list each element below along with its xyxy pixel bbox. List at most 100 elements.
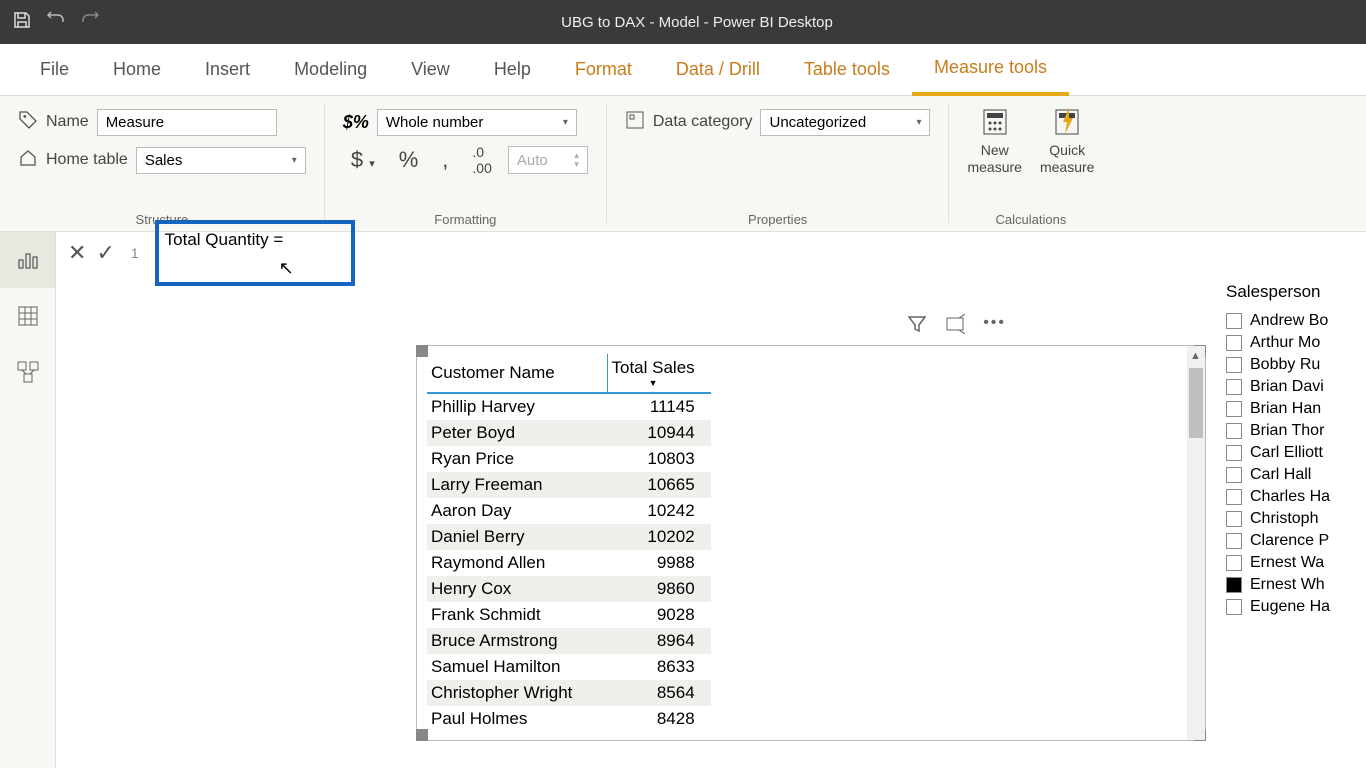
slicer-panel: Salesperson Andrew BoArthur MoBobby RuBr… bbox=[1226, 274, 1366, 744]
percent-button[interactable]: % bbox=[391, 145, 427, 175]
checkbox-icon[interactable] bbox=[1226, 511, 1242, 527]
table-row[interactable]: Raymond Allen9988 bbox=[427, 550, 711, 576]
scroll-thumb[interactable] bbox=[1189, 368, 1203, 438]
name-input[interactable]: Measure bbox=[97, 109, 277, 136]
menu-format[interactable]: Format bbox=[553, 44, 654, 96]
checkbox-icon[interactable] bbox=[1226, 313, 1242, 329]
titlebar: UBG to DAX - Model - Power BI Desktop bbox=[0, 0, 1366, 44]
table-row[interactable]: Samuel Hamilton8633 bbox=[427, 654, 711, 680]
more-icon[interactable]: ••• bbox=[983, 314, 1006, 339]
ribbon-properties-group: Data category Uncategorized▾ Properties bbox=[607, 96, 949, 231]
redo-icon[interactable] bbox=[80, 10, 100, 35]
checkbox-icon[interactable] bbox=[1226, 379, 1242, 395]
slicer-item[interactable]: Charles Ha bbox=[1226, 486, 1366, 508]
data-table: Customer Name Total Sales▼ Phillip Harve… bbox=[427, 354, 711, 732]
data-view-button[interactable] bbox=[0, 288, 55, 344]
format-icon: $% bbox=[343, 112, 369, 133]
checkbox-icon[interactable] bbox=[1226, 445, 1242, 461]
formatting-group-label: Formatting bbox=[343, 206, 588, 227]
menu-data-drill[interactable]: Data / Drill bbox=[654, 44, 782, 96]
checkbox-icon[interactable] bbox=[1226, 599, 1242, 615]
cancel-formula-button[interactable]: ✕ bbox=[68, 240, 86, 266]
undo-icon[interactable] bbox=[46, 10, 66, 35]
slicer-item[interactable]: Carl Elliott bbox=[1226, 442, 1366, 464]
home-table-dropdown[interactable]: Sales▾ bbox=[136, 147, 306, 174]
window-title: UBG to DAX - Model - Power BI Desktop bbox=[100, 14, 1354, 31]
table-row[interactable]: Ryan Price10803 bbox=[427, 446, 711, 472]
table-row[interactable]: Christopher Wright8564 bbox=[427, 680, 711, 706]
menu-insert[interactable]: Insert bbox=[183, 44, 272, 96]
data-category-label: Data category bbox=[653, 113, 753, 131]
col-header-sales[interactable]: Total Sales▼ bbox=[607, 354, 711, 393]
table-visual[interactable]: Customer Name Total Sales▼ Phillip Harve… bbox=[416, 345, 1206, 741]
decimals-input[interactable]: Auto▴▾ bbox=[508, 146, 588, 174]
table-row[interactable]: Henry Cox9860 bbox=[427, 576, 711, 602]
table-scrollbar[interactable]: ▲ bbox=[1187, 346, 1205, 740]
slicer-item[interactable]: Bobby Ru bbox=[1226, 354, 1366, 376]
format-dropdown[interactable]: Whole number▾ bbox=[377, 109, 577, 136]
report-view-button[interactable] bbox=[0, 232, 55, 288]
left-rail bbox=[0, 232, 56, 768]
menu-table-tools[interactable]: Table tools bbox=[782, 44, 912, 96]
menu-modeling[interactable]: Modeling bbox=[272, 44, 389, 96]
menubar: File Home Insert Modeling View Help Form… bbox=[0, 44, 1366, 96]
quick-measure-button[interactable]: Quick measure bbox=[1040, 106, 1094, 176]
table-row[interactable]: Bruce Armstrong8964 bbox=[427, 628, 711, 654]
menu-home[interactable]: Home bbox=[91, 44, 183, 96]
table-row[interactable]: Paul Holmes8428 bbox=[427, 706, 711, 732]
slicer-item[interactable]: Brian Han bbox=[1226, 398, 1366, 420]
table-row[interactable]: Aaron Day10242 bbox=[427, 498, 711, 524]
focus-icon[interactable] bbox=[945, 314, 965, 339]
table-row[interactable]: Daniel Berry10202 bbox=[427, 524, 711, 550]
checkbox-icon[interactable] bbox=[1226, 401, 1242, 417]
col-header-customer[interactable]: Customer Name bbox=[427, 354, 607, 393]
commit-formula-button[interactable]: ✓ bbox=[96, 240, 114, 266]
slicer-item[interactable]: Christoph bbox=[1226, 508, 1366, 530]
checkbox-icon[interactable] bbox=[1226, 423, 1242, 439]
checkbox-icon[interactable] bbox=[1226, 467, 1242, 483]
checkbox-icon[interactable] bbox=[1226, 533, 1242, 549]
slicer-item[interactable]: Brian Davi bbox=[1226, 376, 1366, 398]
report-canvas[interactable]: ••• Customer Name Total Sales▼ Phillip H… bbox=[56, 274, 1226, 744]
model-view-button[interactable] bbox=[0, 344, 55, 400]
category-icon bbox=[625, 110, 645, 135]
properties-group-label: Properties bbox=[625, 206, 931, 227]
calculator-icon bbox=[979, 106, 1011, 138]
currency-button[interactable]: $ ▾ bbox=[343, 145, 383, 175]
formula-bar: ✕ ✓ 1 Total Quantity = ↖ bbox=[56, 232, 1366, 274]
menu-help[interactable]: Help bbox=[472, 44, 553, 96]
slicer-item[interactable]: Brian Thor bbox=[1226, 420, 1366, 442]
slicer-item[interactable]: Eugene Ha bbox=[1226, 596, 1366, 618]
table-row[interactable]: Frank Schmidt9028 bbox=[427, 602, 711, 628]
slicer-item[interactable]: Andrew Bo bbox=[1226, 310, 1366, 332]
checkbox-icon[interactable] bbox=[1226, 577, 1242, 593]
checkbox-icon[interactable] bbox=[1226, 489, 1242, 505]
slicer-item[interactable]: Carl Hall bbox=[1226, 464, 1366, 486]
name-label: Name bbox=[46, 113, 89, 131]
checkbox-icon[interactable] bbox=[1226, 335, 1242, 351]
visual-toolbar: ••• bbox=[416, 314, 1226, 339]
slicer-item[interactable]: Ernest Wa bbox=[1226, 552, 1366, 574]
slicer-item[interactable]: Clarence P bbox=[1226, 530, 1366, 552]
ribbon: Name Measure Home table Sales▾ Structure… bbox=[0, 96, 1366, 232]
filter-icon[interactable] bbox=[907, 314, 927, 339]
calculations-group-label: Calculations bbox=[967, 206, 1094, 227]
menu-file[interactable]: File bbox=[18, 44, 91, 96]
home-icon bbox=[18, 148, 38, 173]
menu-view[interactable]: View bbox=[389, 44, 472, 96]
table-row[interactable]: Larry Freeman10665 bbox=[427, 472, 711, 498]
checkbox-icon[interactable] bbox=[1226, 555, 1242, 571]
decimals-button[interactable]: .0.00 bbox=[464, 142, 499, 178]
slicer-item[interactable]: Arthur Mo bbox=[1226, 332, 1366, 354]
formula-line-number: 1 bbox=[125, 245, 145, 261]
table-row[interactable]: Peter Boyd10944 bbox=[427, 420, 711, 446]
menu-measure-tools[interactable]: Measure tools bbox=[912, 44, 1069, 96]
data-category-dropdown[interactable]: Uncategorized▾ bbox=[760, 109, 930, 136]
ribbon-structure-group: Name Measure Home table Sales▾ Structure bbox=[0, 96, 324, 231]
save-icon[interactable] bbox=[12, 10, 32, 35]
new-measure-button[interactable]: New measure bbox=[967, 106, 1021, 176]
slicer-item[interactable]: Ernest Wh bbox=[1226, 574, 1366, 596]
table-row[interactable]: Phillip Harvey11145 bbox=[427, 393, 711, 420]
checkbox-icon[interactable] bbox=[1226, 357, 1242, 373]
comma-button[interactable]: , bbox=[434, 145, 456, 175]
